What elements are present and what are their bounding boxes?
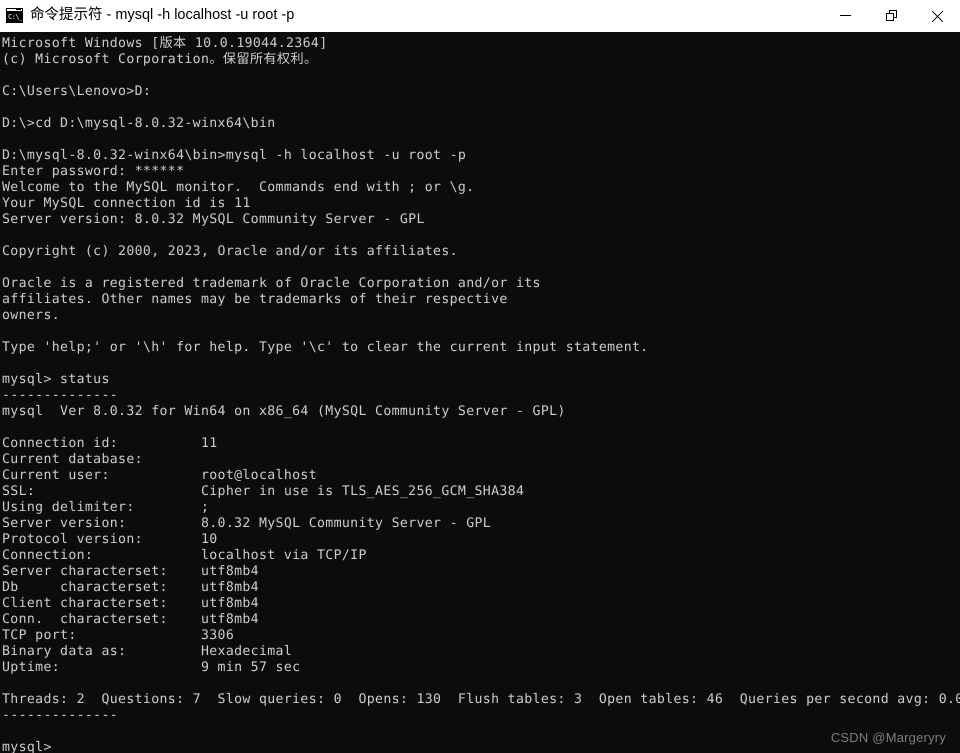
console-text: Microsoft Windows [版本 10.0.19044.2364] (c… <box>2 36 960 753</box>
console-line: SSL: Cipher in use is TLS_AES_256_GCM_SH… <box>2 484 525 499</box>
console-line: (c) Microsoft Corporation。保留所有权利。 <box>2 52 318 67</box>
minimize-icon <box>839 15 851 16</box>
close-button[interactable] <box>914 0 960 31</box>
cmd-icon-screen-text: C:\_ <box>7 12 22 22</box>
command-prompt-window: C:\_ 命令提示符 - mysql -h localhost -u root … <box>0 0 960 753</box>
console-line: Server characterset: utf8mb4 <box>2 564 259 579</box>
console-line: Connection: localhost via TCP/IP <box>2 548 367 563</box>
restore-icon <box>885 10 897 21</box>
window-controls <box>822 0 960 31</box>
console-line: -------------- <box>2 388 119 403</box>
console-line: mysql> <box>2 740 52 753</box>
console-line: Client characterset: utf8mb4 <box>2 596 259 611</box>
console-line: Enter password: ****** <box>2 164 185 179</box>
title-bar[interactable]: C:\_ 命令提示符 - mysql -h localhost -u root … <box>0 0 960 32</box>
close-icon <box>930 9 944 23</box>
console-line: Current user: root@localhost <box>2 468 318 483</box>
console-line: Oracle is a registered trademark of Orac… <box>2 276 541 291</box>
console-line: Uptime: 9 min 57 sec <box>2 660 301 675</box>
console-line: D:\mysql-8.0.32-winx64\bin>mysql -h loca… <box>2 148 467 163</box>
console-line: Binary data as: Hexadecimal <box>2 644 293 659</box>
console-line: Microsoft Windows [版本 10.0.19044.2364] <box>2 36 328 51</box>
console-line: mysql> status <box>2 372 110 387</box>
window-title: 命令提示符 - mysql -h localhost -u root -p <box>30 7 295 23</box>
console-line: Your MySQL connection id is 11 <box>2 196 251 211</box>
console-line: Type 'help;' or '\h' for help. Type '\c'… <box>2 340 649 355</box>
title-bar-left: C:\_ 命令提示符 - mysql -h localhost -u root … <box>0 0 822 31</box>
cmd-app-icon: C:\_ <box>6 8 23 23</box>
console-line: affiliates. Other names may be trademark… <box>2 292 508 307</box>
console-line: Copyright (c) 2000, 2023, Oracle and/or … <box>2 244 458 259</box>
console-output-area[interactable]: Microsoft Windows [版本 10.0.19044.2364] (c… <box>0 32 960 753</box>
console-line: Db characterset: utf8mb4 <box>2 580 259 595</box>
console-line: Threads: 2 Questions: 7 Slow queries: 0 … <box>2 692 960 707</box>
console-line: Using delimiter: ; <box>2 500 210 515</box>
restore-button[interactable] <box>868 0 914 31</box>
console-line: Connection id: 11 <box>2 436 218 451</box>
console-line: Protocol version: 10 <box>2 532 218 547</box>
console-line: Server version: 8.0.32 MySQL Community S… <box>2 212 425 227</box>
watermark: CSDN @Margeryry <box>830 730 946 745</box>
console-line: owners. <box>2 308 61 323</box>
console-line: C:\Users\Lenovo>D: <box>2 84 152 99</box>
console-line: -------------- <box>2 708 119 723</box>
console-line: Current database: <box>2 452 143 467</box>
console-line: Welcome to the MySQL monitor. Commands e… <box>2 180 475 195</box>
console-line: Conn. characterset: utf8mb4 <box>2 612 259 627</box>
console-line: D:\>cd D:\mysql-8.0.32-winx64\bin <box>2 116 276 131</box>
minimize-button[interactable] <box>822 0 868 31</box>
console-line: Server version: 8.0.32 MySQL Community S… <box>2 516 492 531</box>
console-line: TCP port: 3306 <box>2 628 235 643</box>
console-line: mysql Ver 8.0.32 for Win64 on x86_64 (My… <box>2 404 566 419</box>
